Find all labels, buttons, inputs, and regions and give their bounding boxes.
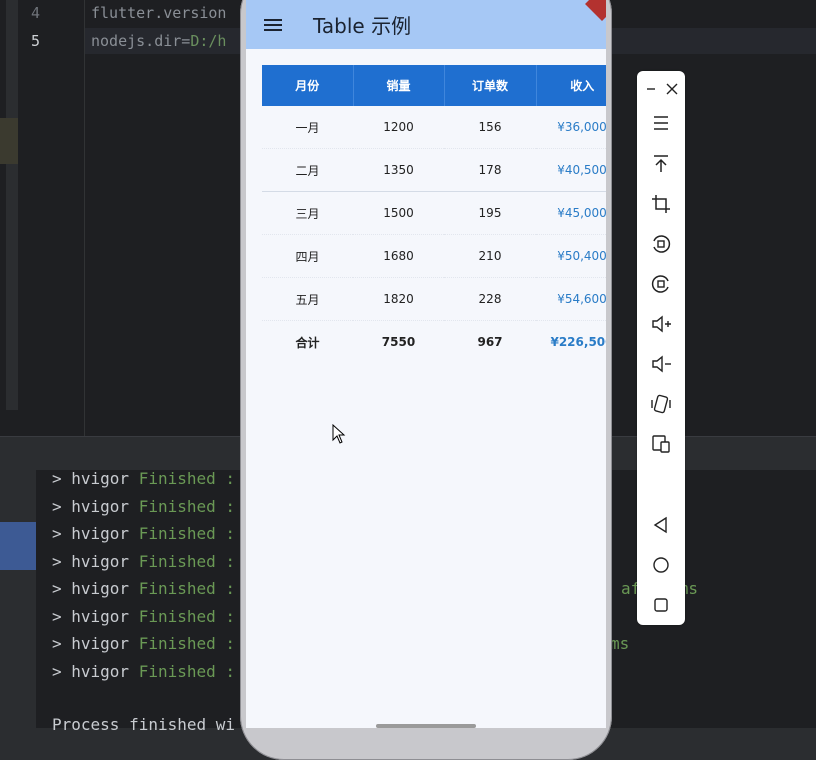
table-cell: 五月 <box>262 277 353 321</box>
mouse-cursor-icon <box>332 423 346 444</box>
volume-up-icon[interactable] <box>649 312 673 336</box>
rotate-right-icon[interactable] <box>649 272 673 296</box>
console-line: > hvigor Finished : <box>52 552 236 571</box>
gutter-scrollbar[interactable] <box>6 0 18 410</box>
table-cell: 228 <box>444 277 536 321</box>
data-table: 月份 销量 订单数 收入 一月 1200 156 ¥36,000 二月 1350… <box>262 65 606 363</box>
change-marker <box>0 118 18 164</box>
income-cell: ¥40,500 <box>536 148 606 192</box>
total-label: 合计 <box>295 335 320 350</box>
console-line: > hvigor Finished : <box>52 469 236 488</box>
table-cell: 195 <box>444 191 536 235</box>
console-toolwindow-bar <box>0 470 36 728</box>
menu-icon[interactable] <box>260 12 286 38</box>
table-total-row: 合计 7550 967 ¥226,500 <box>262 321 606 364</box>
table-row: 五月 1820 228 ¥54,600 <box>262 277 606 321</box>
table-cell: 210 <box>444 234 536 278</box>
console-line: > hvigor Finished : <box>52 662 236 681</box>
console-line: > hvigor Finished : <box>52 607 236 626</box>
menu-icon[interactable] <box>649 111 673 135</box>
screenshot-icon[interactable] <box>649 432 673 456</box>
console-tail: ms <box>610 634 630 653</box>
console-footer: Process finished wi <box>52 715 236 734</box>
table-cell: 1350 <box>353 148 444 192</box>
app-title: Table 示例 <box>313 14 412 38</box>
crop-icon[interactable] <box>649 192 673 216</box>
table-cell: 一月 <box>262 106 353 149</box>
code-value: D:/h <box>190 32 227 50</box>
home-icon[interactable] <box>649 553 673 577</box>
shake-icon[interactable] <box>649 392 673 416</box>
volume-down-icon[interactable] <box>649 352 673 376</box>
total-income-cell: ¥226,500 <box>550 335 606 349</box>
column-header: 销量 <box>352 65 444 106</box>
back-icon[interactable] <box>649 513 673 537</box>
table-cell: 1820 <box>353 277 444 321</box>
table-cell: 四月 <box>262 234 353 278</box>
column-header: 订单数 <box>443 65 536 106</box>
code-line: flutter.version <box>91 4 226 22</box>
column-header: 月份 <box>262 65 353 106</box>
recents-icon[interactable] <box>649 593 673 617</box>
editor-gutter <box>0 0 85 436</box>
table-row: 四月 1680 210 ¥50,400 <box>262 234 606 278</box>
line-number: 4 <box>30 4 40 22</box>
income-cell: ¥54,600 <box>536 277 606 321</box>
income-cell: ¥45,000 <box>536 191 606 235</box>
column-header: 收入 <box>535 65 606 106</box>
table-cell: 1500 <box>353 191 444 235</box>
total-cell: 967 <box>477 335 503 349</box>
table-cell: 1680 <box>353 234 444 278</box>
device-screen[interactable]: Table 示例 月份 销量 订单数 收入 一月 1200 156 ¥36,00… <box>246 0 606 728</box>
code-key: nodejs.dir= <box>91 32 191 50</box>
code-line: nodejs.dir=D:/h <box>91 32 226 50</box>
table-cell: 156 <box>444 106 536 149</box>
selected-run-tab[interactable] <box>0 522 36 570</box>
table-cell: 二月 <box>262 148 353 192</box>
console-line: > hvigor Finished : <box>52 634 236 653</box>
table-cell: 178 <box>444 148 536 192</box>
close-icon[interactable] <box>662 79 682 99</box>
pin-top-icon[interactable] <box>649 152 673 176</box>
income-cell: ¥36,000 <box>536 106 606 149</box>
code-key: flutter.version <box>91 4 227 22</box>
rotate-left-icon[interactable] <box>649 232 673 256</box>
debug-banner <box>585 0 606 21</box>
table-cell: 三月 <box>262 191 353 235</box>
home-indicator[interactable] <box>376 724 476 728</box>
table-row: 一月 1200 156 ¥36,000 <box>262 106 606 149</box>
emulator-toolbar <box>637 71 685 625</box>
table-cell: 1200 <box>353 106 444 149</box>
table-row: 二月 1350 178 ¥40,500 <box>262 148 606 192</box>
table-header-row: 月份 销量 订单数 收入 <box>262 65 606 106</box>
console-line: > hvigor Finished : <box>52 524 236 543</box>
income-cell: ¥50,400 <box>536 234 606 278</box>
console-line: > hvigor Finished : <box>52 497 236 516</box>
console-line: > hvigor Finished : <box>52 579 236 598</box>
minimize-icon[interactable] <box>641 79 661 99</box>
line-number: 5 <box>30 32 40 50</box>
total-cell: 7550 <box>381 335 416 349</box>
table-row: 三月 1500 195 ¥45,000 <box>262 191 606 235</box>
app-bar: Table 示例 <box>246 0 606 49</box>
